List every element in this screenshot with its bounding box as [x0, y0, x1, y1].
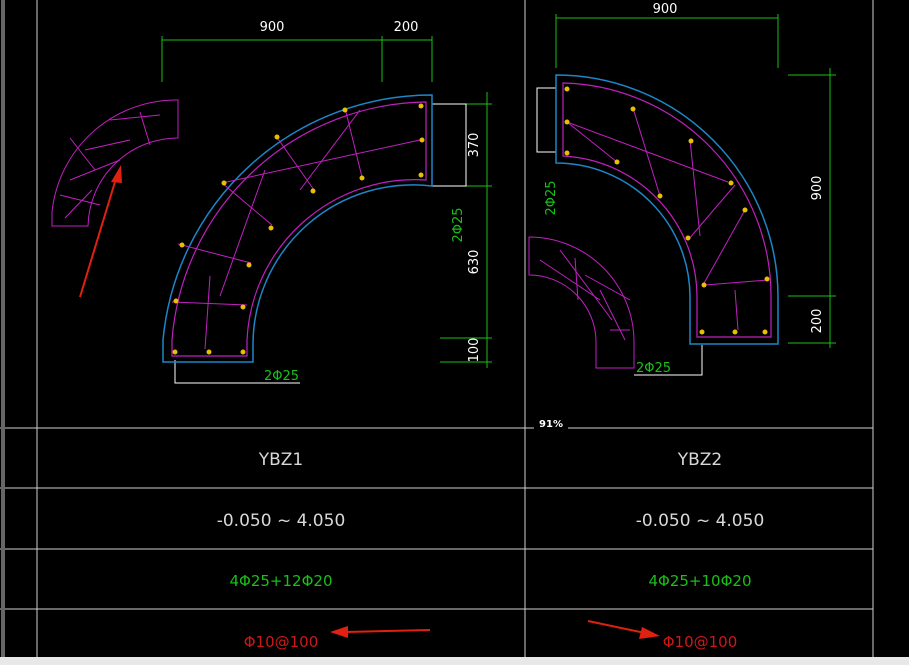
ybz1-rebar-dots — [172, 103, 425, 355]
ybz2-name-cell: YBZ2 — [677, 450, 723, 470]
ybz2-rebar-label-side: 2Φ25 — [544, 180, 559, 215]
ybz2-dim-right — [788, 68, 836, 348]
ybz1-section: 900 200 370 630 100 2Φ25 2Φ25 — [51, 20, 492, 384]
ybz2-rebar-label-bottom: 2Φ25 — [636, 361, 671, 376]
ybz1-elevation-cell: -0.050 ~ 4.050 — [217, 511, 346, 531]
ybz2-longitudinal-cell: 4Φ25+10Φ20 — [649, 572, 752, 590]
ybz1-leader-lines — [174, 103, 467, 384]
ybz2-dim-top — [555, 14, 779, 68]
ybz2-stirrup-outer — [562, 82, 772, 338]
bottom-status-strip — [0, 657, 909, 665]
ybz1-rebar-label-bottom: 2Φ25 — [264, 369, 299, 384]
ybz1-stirrup-cell: Φ10@100 — [244, 633, 319, 651]
drawing-frame — [0, 0, 874, 665]
ybz1-name-cell: YBZ1 — [258, 450, 304, 470]
ybz1-dim-top — [161, 36, 433, 82]
ybz1-dim-100: 100 — [467, 338, 482, 363]
column-table: YBZ1 YBZ2 -0.050 ~ 4.050 -0.050 ~ 4.050 … — [217, 450, 765, 651]
ybz2-elevation-cell: -0.050 ~ 4.050 — [636, 511, 765, 531]
ybz1-stirrup-outer — [171, 101, 427, 357]
annotation-arrow-red-1 — [79, 165, 122, 298]
cad-drawing-canvas[interactable]: 900 200 370 630 100 2Φ25 2Φ25 900 900 20… — [0, 0, 909, 665]
ybz1-dim-top-900: 900 — [260, 20, 285, 35]
annotation-arrow-red-2 — [330, 626, 431, 638]
ybz2-stirrup-cell: Φ10@100 — [663, 633, 738, 651]
ybz2-dim-900: 900 — [810, 176, 825, 201]
ybz1-dim-370: 370 — [467, 133, 482, 158]
ybz2-leader-lines — [536, 87, 703, 376]
ybz2-tie-bars — [566, 107, 769, 331]
ybz2-dim-200: 200 — [810, 309, 825, 334]
ybz1-rebar-label-side: 2Φ25 — [451, 207, 466, 242]
ybz1-dim-630: 630 — [467, 250, 482, 275]
ybz1-longitudinal-cell: 4Φ25+12Φ20 — [230, 572, 333, 590]
annotation-arrow-red-3 — [587, 620, 660, 639]
ybz2-thumbnail-sketch — [528, 236, 635, 369]
zoom-indicator: 91% — [539, 419, 563, 430]
ybz2-section: 900 900 200 2Φ25 2Φ25 — [528, 2, 836, 376]
ybz1-outline — [162, 94, 433, 363]
ybz1-thumbnail-sketch — [51, 99, 179, 227]
ybz2-dim-top-900: 900 — [653, 2, 678, 17]
ybz1-dim-top-200: 200 — [394, 20, 419, 35]
